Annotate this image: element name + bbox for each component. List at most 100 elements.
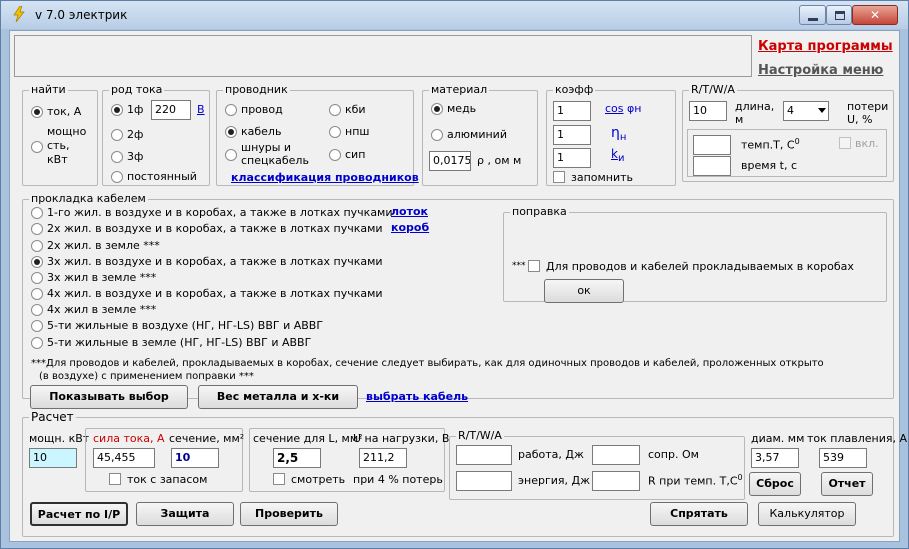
close-icon: ✕ <box>869 8 881 22</box>
section-l-label: сечение для L, мм² <box>253 432 363 445</box>
laying-option-5-radio[interactable] <box>31 272 43 284</box>
laying-option-3-label: 2х жил. в земле *** <box>47 239 160 252</box>
correction-ok-button[interactable]: ок <box>544 279 624 303</box>
kbi-label: кби <box>345 103 366 116</box>
power-input[interactable]: 10 <box>29 448 77 468</box>
laying-option-8-label: 5-ти жильные в воздухе (НГ, НГ-LS) ВВГ и… <box>47 319 324 332</box>
laying-option-4-radio[interactable] <box>31 256 43 268</box>
reserve-checkbox[interactable] <box>109 473 121 485</box>
laying-option-2-radio[interactable] <box>31 223 43 235</box>
copper-label: медь <box>447 102 477 115</box>
lightning-icon <box>13 6 25 22</box>
conductor-title: проводник <box>223 83 290 96</box>
laying-option-3-radio[interactable] <box>31 240 43 252</box>
laying-option-6-label: 4х жил. в воздухе и в коробах, а также в… <box>47 287 383 300</box>
close-button[interactable]: ✕ <box>852 5 898 25</box>
rtwa-top-title: R/T/W/A <box>689 83 737 96</box>
conductor-classification-link[interactable]: классификация проводников <box>231 171 419 184</box>
wire-label: провод <box>241 103 283 116</box>
laying-option-6-radio[interactable] <box>31 288 43 300</box>
current-output[interactable]: 45,455 <box>93 448 155 468</box>
section-output[interactable]: 10 <box>171 448 219 468</box>
r-temp-output[interactable] <box>592 471 640 491</box>
npsh-radio[interactable] <box>329 126 341 138</box>
time-input[interactable] <box>693 156 731 176</box>
diameter-output[interactable]: 3,57 <box>751 448 799 468</box>
one-phase-radio[interactable] <box>111 104 123 116</box>
loss-select[interactable]: 4 <box>783 101 829 121</box>
reset-button[interactable]: Сброс <box>749 472 801 496</box>
sip-radio[interactable] <box>329 149 341 161</box>
protection-button[interactable]: Защита <box>136 502 234 526</box>
find-current-label: ток, А <box>47 105 82 118</box>
three-phase-radio[interactable] <box>111 151 123 163</box>
aluminum-label: алюминий <box>447 128 507 141</box>
resistance-output[interactable] <box>592 445 640 465</box>
calculator-button[interactable]: Калькулятор <box>758 502 856 526</box>
watch-checkbox[interactable] <box>273 473 285 485</box>
correction-checkbox[interactable] <box>528 260 540 272</box>
calc-title: Расчет <box>29 410 76 424</box>
two-phase-radio[interactable] <box>111 129 123 141</box>
eta-label: ηн <box>611 125 626 143</box>
choose-cable-link[interactable]: выбрать кабель <box>366 390 468 403</box>
eta-subscript: н <box>619 132 627 143</box>
cos-input[interactable]: 1 <box>553 101 591 121</box>
one-phase-label: 1ф <box>127 103 144 116</box>
cos-link[interactable]: cos φн <box>605 102 641 115</box>
calc-ip-button[interactable]: Расчет по I/P <box>30 502 128 526</box>
laying-option-1-radio[interactable] <box>31 207 43 219</box>
voltage-unit-link[interactable]: В <box>197 103 205 116</box>
find-group-title: найти <box>29 83 68 96</box>
remember-label: запомнить <box>571 171 634 184</box>
laying-option-9-radio[interactable] <box>31 337 43 349</box>
report-button[interactable]: Отчет <box>821 472 873 496</box>
minimize-button[interactable] <box>799 5 826 25</box>
window-title: v 7.0 электрик <box>35 8 128 22</box>
find-power-radio[interactable] <box>31 141 43 153</box>
aluminum-radio[interactable] <box>431 129 443 141</box>
duct-link[interactable]: короб <box>391 221 429 234</box>
voltage-input[interactable]: 220 <box>151 100 191 120</box>
maximize-button[interactable] <box>826 5 852 25</box>
time-label: время t, с <box>741 159 797 172</box>
k-symbol: k <box>611 147 618 161</box>
section-l-output[interactable]: 2,5 <box>273 448 321 468</box>
laying-option-7-radio[interactable] <box>31 304 43 316</box>
program-map-link[interactable]: Карта программы <box>758 39 893 54</box>
dc-radio[interactable] <box>111 171 123 183</box>
energy-output[interactable] <box>456 471 512 491</box>
copper-radio[interactable] <box>431 103 443 115</box>
metal-weight-button[interactable]: Вес металла и х-ки <box>198 385 358 409</box>
k-link[interactable]: kи <box>611 147 624 164</box>
eta-input[interactable]: 1 <box>553 125 591 145</box>
loss-label-1: потери <box>847 100 889 113</box>
show-selection-button[interactable]: Показывать выбор <box>30 385 188 409</box>
cords-label-1: шнуры и <box>241 141 292 154</box>
remember-checkbox[interactable] <box>553 171 565 183</box>
length-input[interactable]: 10 <box>689 101 727 121</box>
two-phase-label: 2ф <box>127 128 144 141</box>
work-output[interactable] <box>456 445 512 465</box>
melt-current-output[interactable]: 539 <box>819 448 867 468</box>
app-window: v 7.0 электрик ✕ Карта программы Настрой… <box>0 0 909 549</box>
find-current-radio[interactable] <box>31 106 43 118</box>
u-load-output[interactable]: 211,2 <box>359 448 407 468</box>
npsh-label: нпш <box>345 125 370 138</box>
laying-option-8-radio[interactable] <box>31 320 43 332</box>
tray-link[interactable]: лоток <box>391 205 428 218</box>
kbi-radio[interactable] <box>329 104 341 116</box>
info-panel <box>14 35 752 77</box>
loss-label-2: U, % <box>847 113 873 126</box>
resistivity-input[interactable]: 0,0175 <box>429 151 471 171</box>
temp-input[interactable] <box>693 135 731 155</box>
wire-radio[interactable] <box>225 104 237 116</box>
k-input[interactable]: 1 <box>553 148 591 168</box>
verify-button[interactable]: Проверить <box>240 502 338 526</box>
enable-checkbox[interactable] <box>839 137 851 149</box>
cords-radio[interactable] <box>225 149 237 161</box>
cable-radio[interactable] <box>225 126 237 138</box>
menu-settings-link[interactable]: Настройка меню <box>758 63 883 78</box>
r-temp-label-sup: 0 <box>737 473 743 482</box>
hide-button[interactable]: Спрятать <box>650 502 748 526</box>
